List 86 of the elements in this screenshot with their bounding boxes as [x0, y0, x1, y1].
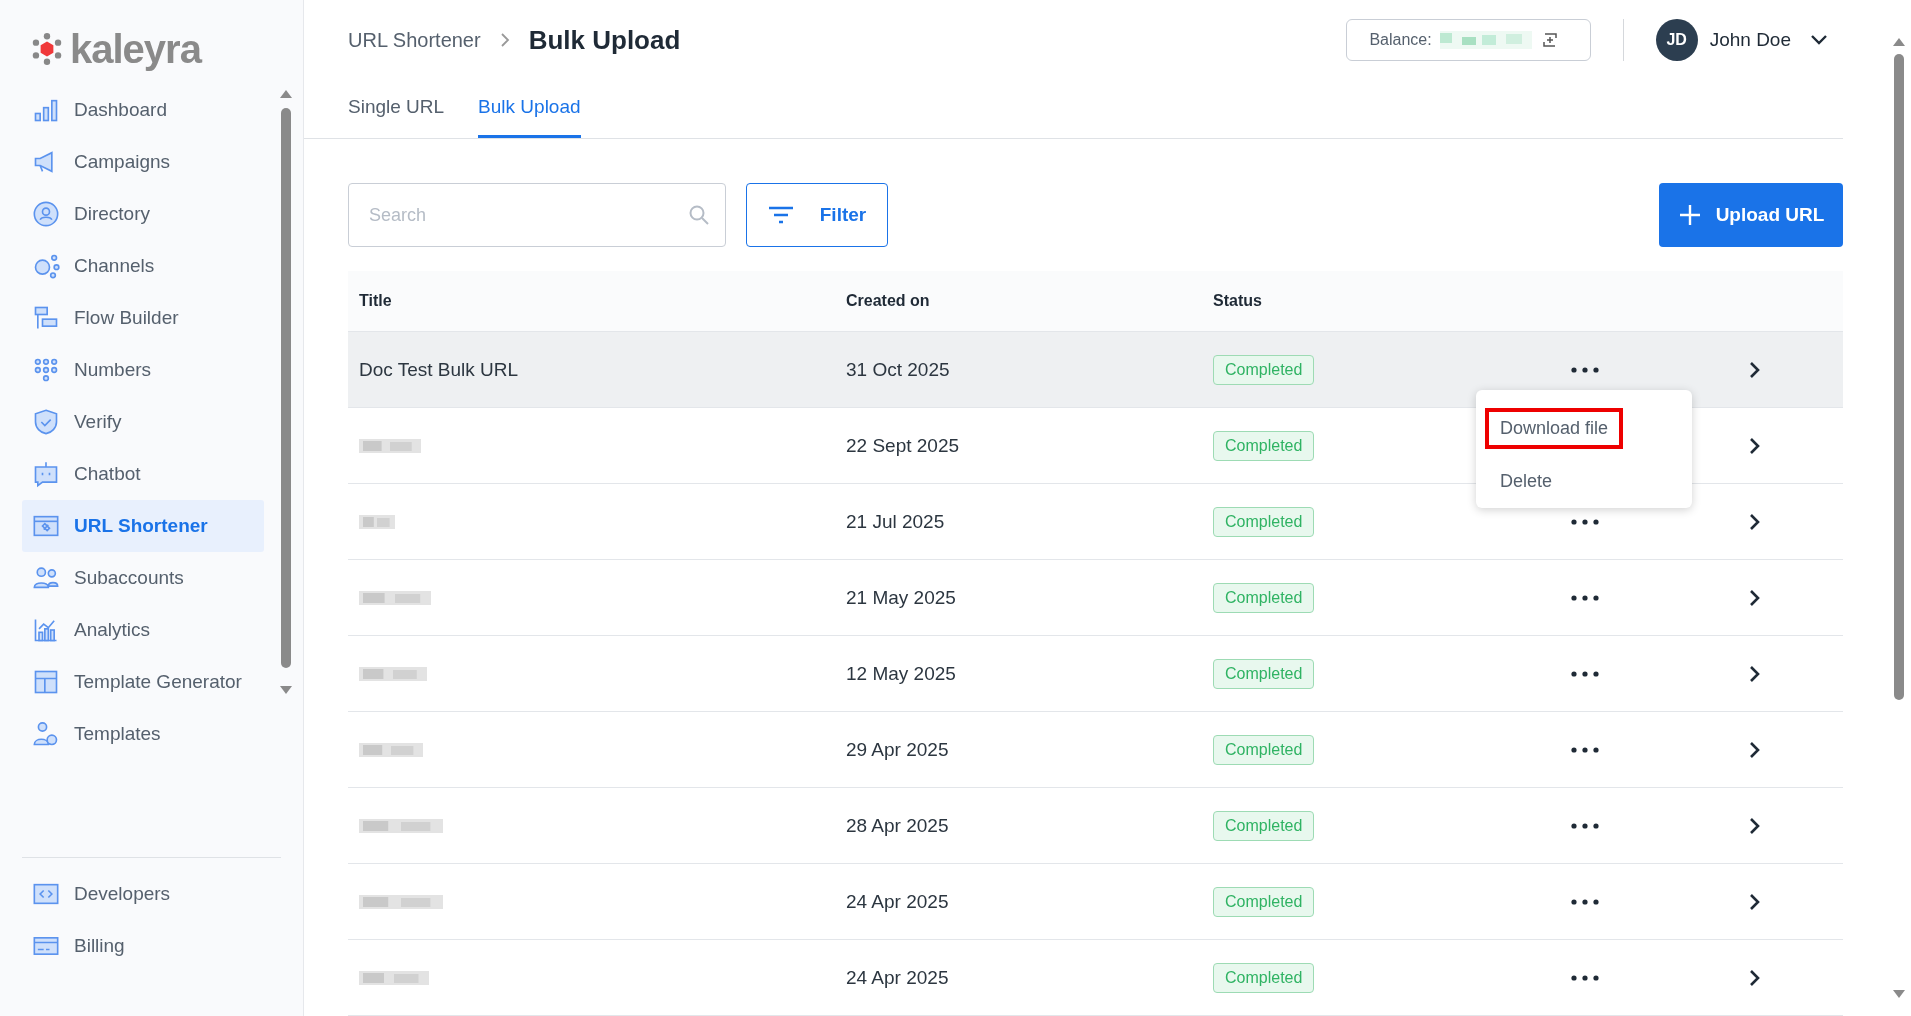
chevron-right-icon[interactable]: [1748, 739, 1762, 760]
table-row[interactable]: 12 May 2025 Completed: [348, 636, 1843, 712]
table-cell: 28 Apr 2025: [846, 814, 949, 837]
chevron-right-icon[interactable]: [1748, 815, 1762, 836]
sidebar-item[interactable]: Billing: [22, 920, 281, 972]
chevron-right-icon[interactable]: [1748, 587, 1762, 608]
sidebar-item[interactable]: Campaigns: [22, 136, 264, 188]
table-cell: 24 Apr 2025: [846, 890, 949, 913]
table-cell: 31 Oct 2025: [846, 358, 950, 381]
status-badge: Completed: [1213, 734, 1315, 765]
nav-icon: [32, 408, 60, 436]
status-badge: Completed: [1213, 962, 1315, 993]
chevron-right-icon[interactable]: [1748, 663, 1762, 684]
sidebar-item[interactable]: Chatbot: [22, 448, 264, 500]
sidebar-item[interactable]: Templates: [22, 708, 264, 760]
nav-icon: [32, 200, 60, 228]
sidebar-item[interactable]: Template Generator: [22, 656, 264, 708]
nav-icon: [32, 252, 60, 280]
nav-icon: [32, 668, 60, 696]
balance-box[interactable]: Balance:: [1346, 19, 1591, 62]
status-badge: Completed: [1213, 582, 1315, 613]
filter-button[interactable]: Filter: [746, 183, 888, 247]
nav-icon: [32, 304, 60, 332]
status-badge: Completed: [1213, 810, 1315, 841]
search-field[interactable]: Search: [348, 183, 726, 247]
sidebar-item[interactable]: Dashboard: [22, 84, 264, 136]
more-icon[interactable]: [1570, 973, 1600, 982]
filter-icon: [767, 206, 794, 224]
menu-item[interactable]: Download file: [1485, 408, 1624, 449]
chevron-right-icon[interactable]: [1748, 967, 1762, 988]
status-badge: Completed: [1213, 430, 1315, 461]
status-badge: Completed: [1213, 506, 1315, 537]
sidebar-item[interactable]: Analytics: [22, 604, 264, 656]
more-icon[interactable]: [1570, 365, 1600, 374]
more-icon[interactable]: [1570, 821, 1600, 830]
logo-text: kaleyra: [70, 26, 201, 72]
table-cell: 21 May 2025: [846, 586, 956, 609]
sidebar-item[interactable]: Developers: [22, 868, 281, 920]
chevron-right-icon[interactable]: [1748, 359, 1762, 380]
user-menu[interactable]: JD John Doe: [1655, 19, 1829, 62]
table-cell: 29 Apr 2025: [846, 738, 949, 761]
sidebar-item[interactable]: URL Shortener: [22, 500, 264, 552]
table-row[interactable]: 21 May 2025 Completed: [348, 560, 1843, 636]
tab[interactable]: Bulk Upload: [478, 96, 581, 138]
nav-icon: [32, 356, 60, 384]
tab[interactable]: Single URL: [348, 96, 445, 138]
chevron-right-icon[interactable]: [1748, 511, 1762, 532]
more-icon[interactable]: [1570, 897, 1600, 906]
sidebar-item[interactable]: Directory: [22, 188, 264, 240]
table-cell: 24 Apr 2025: [846, 966, 949, 989]
more-icon[interactable]: [1570, 593, 1600, 602]
chevron-right-icon: [498, 32, 511, 49]
sidebar-item[interactable]: Verify: [22, 396, 264, 448]
column-header: Title: [358, 292, 393, 310]
table-row[interactable]: 29 Apr 2025 Completed: [348, 712, 1843, 788]
table-cell: 12 May 2025: [846, 662, 956, 685]
table-row[interactable]: 24 Apr 2025 Completed: [348, 864, 1843, 940]
status-badge: Completed: [1213, 886, 1315, 917]
more-icon[interactable]: [1570, 517, 1600, 526]
sidebar-item[interactable]: Channels: [22, 240, 264, 292]
upload-button[interactable]: Upload URL: [1659, 183, 1843, 247]
status-badge: Completed: [1213, 658, 1315, 689]
sidebar-item[interactable]: Numbers: [22, 344, 264, 396]
table-cell: 22 Sept 2025: [846, 434, 960, 457]
sidebar-item[interactable]: Subaccounts: [22, 552, 264, 604]
column-header: Created on: [846, 292, 931, 310]
table-row[interactable]: 24 Apr 2025 Completed: [348, 940, 1843, 1016]
breadcrumb-link[interactable]: URL Shortener: [348, 28, 481, 52]
table-cell: 21 Jul 2025: [846, 510, 945, 533]
table-cell: Doc Test Bulk URL: [359, 358, 519, 381]
sidebar-item[interactable]: Flow Builder: [22, 292, 264, 344]
nav-icon: [32, 720, 60, 748]
avatar: JD: [1655, 19, 1698, 62]
plus-icon: [1677, 203, 1702, 227]
status-badge: Completed: [1213, 354, 1315, 385]
logo-icon: [30, 32, 64, 66]
more-icon[interactable]: [1570, 745, 1600, 754]
chevron-right-icon[interactable]: [1748, 891, 1762, 912]
table-row[interactable]: Doc Test Bulk URL 31 Oct 2025 Completed: [348, 332, 1843, 408]
table-row[interactable]: 28 Apr 2025 Completed: [348, 788, 1843, 864]
more-icon[interactable]: [1570, 669, 1600, 678]
column-header: Status: [1213, 292, 1263, 310]
chevron-right-icon[interactable]: [1748, 435, 1762, 456]
page-title: Bulk Upload: [528, 24, 681, 56]
search-icon: [688, 204, 710, 226]
nav-icon: [32, 460, 60, 488]
